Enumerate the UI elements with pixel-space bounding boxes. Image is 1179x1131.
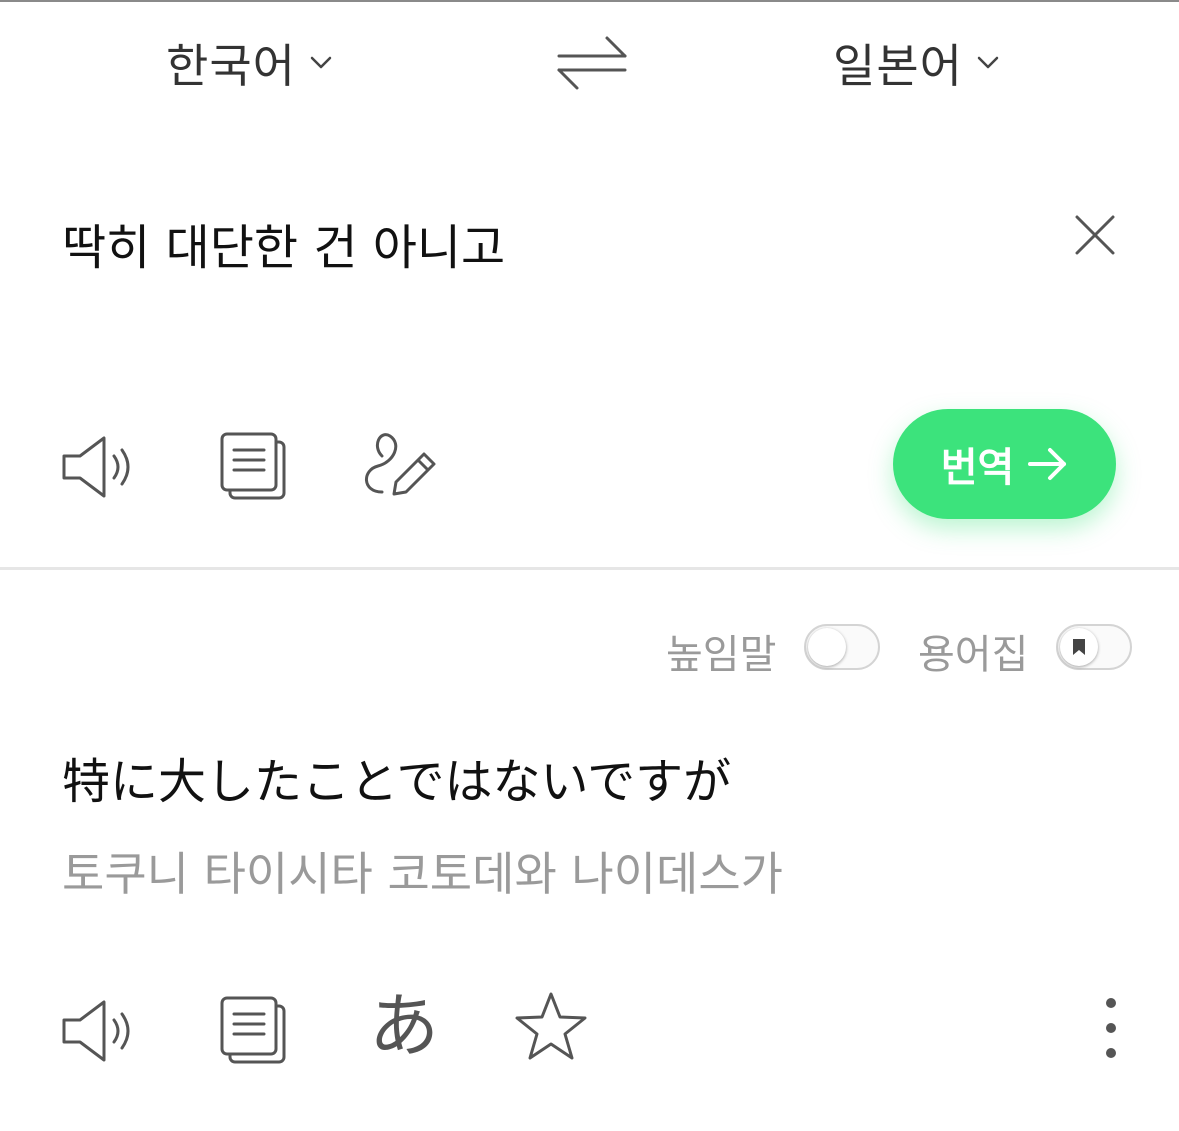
- honorific-toggle[interactable]: [804, 624, 880, 670]
- target-language-selector[interactable]: 일본어: [833, 30, 999, 96]
- copy-icon[interactable]: [218, 994, 288, 1066]
- translate-button[interactable]: 번역: [893, 409, 1116, 519]
- speaker-icon[interactable]: [60, 434, 140, 500]
- chevron-down-icon: [977, 56, 999, 69]
- honorific-label: 높임말: [666, 632, 777, 678]
- toggle-knob: [1060, 628, 1098, 666]
- bookmark-icon: [1073, 639, 1085, 655]
- language-bar: 한국어 일본어: [0, 2, 1179, 122]
- swap-arrows-icon[interactable]: [555, 34, 629, 92]
- source-text-input[interactable]: 딱히 대단한 건 아니고: [62, 208, 505, 278]
- target-language-label: 일본어: [833, 39, 963, 93]
- close-icon[interactable]: [1072, 212, 1118, 258]
- section-divider: [0, 567, 1179, 570]
- kana-icon[interactable]: あ: [366, 984, 442, 1068]
- pronunciation-text: 토쿠니 타이시타 코토데와 나이데스가: [62, 847, 783, 901]
- handwriting-pen-icon[interactable]: [360, 430, 440, 500]
- arrow-right-icon: [1028, 448, 1067, 480]
- translated-text: 特に大したことではないですが: [62, 754, 732, 810]
- chevron-down-icon: [310, 56, 332, 69]
- star-icon[interactable]: [514, 990, 588, 1062]
- more-vertical-icon[interactable]: [1100, 994, 1122, 1062]
- source-language-selector[interactable]: 한국어: [166, 30, 332, 96]
- translate-button-label: 번역: [940, 445, 1015, 491]
- glossary-toggle[interactable]: [1056, 624, 1132, 670]
- speaker-icon[interactable]: [60, 998, 140, 1064]
- glossary-label: 용어집: [918, 632, 1029, 678]
- toggle-knob: [808, 628, 846, 666]
- source-language-label: 한국어: [166, 39, 296, 93]
- copy-icon[interactable]: [218, 430, 288, 502]
